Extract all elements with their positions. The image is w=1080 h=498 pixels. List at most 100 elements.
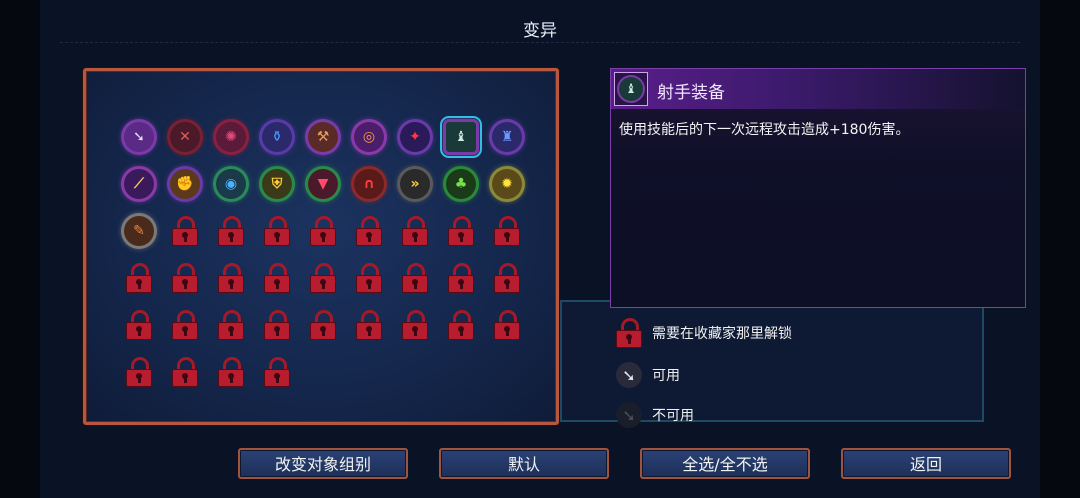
mutation-slot[interactable]: ✹ bbox=[484, 160, 530, 207]
mutation-slot[interactable]: ◎ bbox=[346, 113, 392, 160]
locked-mutation-slot[interactable] bbox=[208, 207, 254, 254]
mutation-slot[interactable]: ✕ bbox=[162, 113, 208, 160]
detail-name: 射手装备 bbox=[657, 83, 725, 103]
locked-mutation-slot[interactable] bbox=[438, 254, 484, 301]
page-title: 变异 bbox=[523, 21, 557, 41]
sword-icon: ➘ bbox=[614, 360, 644, 390]
lock-icon bbox=[310, 215, 336, 246]
locked-mutation-slot[interactable] bbox=[484, 207, 530, 254]
lock-icon bbox=[172, 215, 198, 246]
mutation-slot[interactable]: ♣ bbox=[438, 160, 484, 207]
lock-icon bbox=[448, 215, 474, 246]
locked-mutation-slot[interactable] bbox=[300, 254, 346, 301]
mutation-slot[interactable]: ♝ bbox=[438, 113, 484, 160]
fangs-icon: ▼ bbox=[308, 168, 338, 199]
locked-mutation-slot[interactable] bbox=[254, 254, 300, 301]
shield-icon: ⛨ bbox=[262, 168, 292, 199]
lock-icon bbox=[494, 262, 520, 293]
mutation-slot[interactable]: ▼ bbox=[300, 160, 346, 207]
mutation-slot[interactable]: ♜ bbox=[484, 113, 530, 160]
locked-mutation-slot[interactable] bbox=[346, 301, 392, 348]
locked-mutation-slot[interactable] bbox=[484, 254, 530, 301]
legend-unavailable-label: 不可用 bbox=[652, 408, 694, 424]
locked-mutation-slot[interactable] bbox=[162, 254, 208, 301]
detail-header: ♝ 射手装备 bbox=[611, 69, 1025, 109]
locked-mutation-slot[interactable] bbox=[346, 207, 392, 254]
change-group-button[interactable]: 改变对象组别 bbox=[238, 448, 408, 479]
lock-icon bbox=[218, 356, 244, 387]
lock-icon bbox=[126, 262, 152, 293]
left-edge bbox=[0, 0, 40, 498]
magnet-icon: ∩ bbox=[354, 168, 384, 199]
locked-mutation-slot[interactable] bbox=[438, 301, 484, 348]
locked-mutation-slot[interactable] bbox=[254, 348, 300, 395]
locked-mutation-slot[interactable] bbox=[208, 254, 254, 301]
back-button[interactable]: 返回 bbox=[841, 448, 1011, 479]
lock-icon bbox=[402, 262, 428, 293]
mutation-slot[interactable]: ✺ bbox=[208, 113, 254, 160]
legend-locked: 需要在收藏家那里解锁 bbox=[612, 318, 912, 348]
locked-mutation-slot[interactable] bbox=[392, 301, 438, 348]
background-divider bbox=[60, 42, 1020, 44]
locked-mutation-slot[interactable] bbox=[162, 207, 208, 254]
mutation-slot[interactable]: ✦ bbox=[392, 113, 438, 160]
locked-mutation-slot[interactable] bbox=[116, 348, 162, 395]
lock-icon bbox=[356, 215, 382, 246]
lock-icon bbox=[264, 262, 290, 293]
locked-mutation-slot[interactable] bbox=[162, 348, 208, 395]
mutation-slot[interactable]: ⟋ bbox=[116, 160, 162, 207]
locked-mutation-slot[interactable] bbox=[392, 254, 438, 301]
lock-icon bbox=[218, 262, 244, 293]
lock-icon bbox=[448, 309, 474, 340]
locked-mutation-slot[interactable] bbox=[208, 301, 254, 348]
mutation-grid-panel: ➘ ✕ ✺ ⚱ ⚒ ◎ ✦ ♝ ♜ ⟋ ✊ ◉ ⛨ ▼ ∩ » ♣ ✹ ✎ bbox=[83, 68, 559, 425]
mutation-detail-panel: ♝ 射手装备 使用技能后的下一次远程攻击造成+180伤害。 bbox=[610, 68, 1026, 308]
archer-gear-icon: ♝ bbox=[614, 72, 648, 106]
legend-locked-label: 需要在收藏家那里解锁 bbox=[652, 326, 792, 342]
lock-icon bbox=[356, 309, 382, 340]
locked-mutation-slot[interactable] bbox=[300, 207, 346, 254]
lock-icon bbox=[310, 262, 336, 293]
lock-icon bbox=[218, 309, 244, 340]
lock-icon bbox=[172, 262, 198, 293]
scroll-icon: ✎ bbox=[124, 215, 154, 246]
eye-icon: ◉ bbox=[216, 168, 246, 199]
locked-mutation-slot[interactable] bbox=[438, 207, 484, 254]
archer-gear-icon: ♝ bbox=[440, 115, 482, 158]
mutation-slot[interactable]: ◉ bbox=[208, 160, 254, 207]
select-all-button[interactable]: 全选/全不选 bbox=[640, 448, 810, 479]
default-button[interactable]: 默认 bbox=[439, 448, 609, 479]
locked-mutation-slot[interactable] bbox=[162, 301, 208, 348]
ring-icon: ◎ bbox=[354, 121, 384, 152]
locked-mutation-slot[interactable] bbox=[484, 301, 530, 348]
mutation-slot[interactable]: » bbox=[392, 160, 438, 207]
mutation-slot[interactable]: ✎ bbox=[116, 207, 162, 254]
locked-mutation-slot[interactable] bbox=[254, 301, 300, 348]
locked-mutation-slot[interactable] bbox=[392, 207, 438, 254]
mutation-slot[interactable]: ⚱ bbox=[254, 113, 300, 160]
mutation-slot[interactable]: ⚒ bbox=[300, 113, 346, 160]
lock-icon bbox=[126, 356, 152, 387]
mutation-slot[interactable]: ➘ bbox=[116, 113, 162, 160]
star-cross-icon: ✦ bbox=[400, 121, 430, 152]
fist-icon: ✊ bbox=[170, 168, 200, 199]
crossbow-icon: ✕ bbox=[170, 121, 200, 152]
lock-icon bbox=[218, 215, 244, 246]
locked-mutation-slot[interactable] bbox=[116, 301, 162, 348]
claw-icon: ✺ bbox=[216, 121, 246, 152]
locked-mutation-slot[interactable] bbox=[346, 254, 392, 301]
right-edge bbox=[1040, 0, 1080, 498]
locked-mutation-slot[interactable] bbox=[208, 348, 254, 395]
sun-icon: ✹ bbox=[492, 168, 522, 199]
sword-disabled-icon: ➘ bbox=[614, 400, 644, 430]
fast-forward-icon: » bbox=[400, 168, 430, 199]
lock-icon bbox=[264, 309, 290, 340]
mutation-slot[interactable]: ⛨ bbox=[254, 160, 300, 207]
locked-mutation-slot[interactable] bbox=[116, 254, 162, 301]
locked-mutation-slot[interactable] bbox=[254, 207, 300, 254]
mutation-slot[interactable]: ∩ bbox=[346, 160, 392, 207]
legend-available: ➘ 可用 bbox=[612, 360, 912, 390]
mutation-slot[interactable]: ✊ bbox=[162, 160, 208, 207]
locked-mutation-slot[interactable] bbox=[300, 301, 346, 348]
tree-icon: ♣ bbox=[446, 168, 476, 199]
